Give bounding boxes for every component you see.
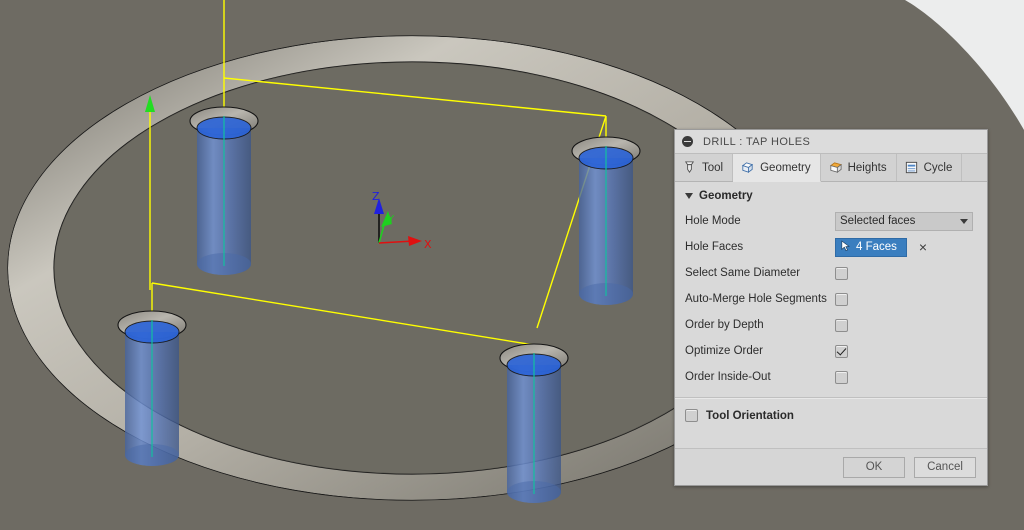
row-hole-faces: Hole Faces 4 Faces × [675, 234, 987, 260]
row-hole-mode: Hole Mode Selected faces [675, 208, 987, 234]
tab-label: Cycle [923, 161, 953, 174]
order-inside-out-checkbox[interactable] [835, 370, 848, 384]
tool-orientation-label: Tool Orientation [706, 409, 794, 422]
dialog-title: DRILL : TAP HOLES [703, 135, 811, 148]
collapse-icon[interactable] [682, 136, 693, 147]
tool-orientation-section[interactable]: Tool Orientation [675, 399, 987, 422]
row-auto-merge-hole-segments: Auto-Merge Hole Segments [675, 286, 987, 312]
hole-mode-value: Selected faces [840, 215, 916, 227]
select-same-diameter-checkbox[interactable] [835, 266, 848, 280]
tab-heights[interactable]: Heights [820, 154, 897, 181]
row-select-same-diameter: Select Same Diameter [675, 260, 987, 286]
drill-bit-icon [682, 160, 697, 175]
hole-mode-label: Hole Mode [685, 215, 741, 227]
tab-label: Tool [702, 161, 724, 174]
ok-button[interactable]: OK [843, 456, 905, 478]
dialog-footer: OK Cancel [675, 448, 987, 485]
checkbox-label: Optimize Order [685, 345, 763, 357]
row-optimize-order: Optimize Order [675, 338, 987, 364]
geometry-section-header[interactable]: Geometry [675, 182, 987, 208]
tab-label: Geometry [760, 161, 811, 174]
dialog-titlebar[interactable]: DRILL : TAP HOLES [675, 130, 987, 154]
tab-tool[interactable]: Tool [675, 154, 734, 181]
drill-hole [571, 136, 641, 305]
axis-label-y: Y [387, 214, 395, 225]
clear-selection-icon[interactable]: × [919, 240, 927, 254]
hole-faces-value: 4 Faces [856, 241, 897, 253]
tab-geometry[interactable]: Geometry [733, 154, 821, 182]
tool-orientation-checkbox[interactable] [685, 409, 698, 422]
heights-box-icon [828, 160, 843, 175]
dialog-tabs[interactable]: Tool Geometry Heights Cycle [675, 154, 987, 182]
checkbox-label: Order by Depth [685, 319, 764, 331]
checkbox-label: Select Same Diameter [685, 267, 801, 279]
chevron-down-icon [960, 218, 968, 224]
cursor-arrow-icon [841, 239, 851, 255]
auto-merge-hole-segments-checkbox[interactable] [835, 292, 848, 306]
drill-hole [117, 310, 187, 466]
row-order-inside-out: Order Inside-Out [675, 364, 987, 390]
tab-label: Heights [847, 161, 887, 174]
drill-operation-dialog[interactable]: DRILL : TAP HOLES Tool Geometry Heights … [674, 129, 988, 486]
row-order-by-depth: Order by Depth [675, 312, 987, 338]
cancel-button[interactable]: Cancel [914, 456, 976, 478]
checkbox-label: Auto-Merge Hole Segments [685, 293, 827, 305]
checkbox-label: Order Inside-Out [685, 371, 771, 383]
dialog-body: Geometry Hole Mode Selected faces Hole F… [675, 182, 987, 448]
box-3d-icon [740, 160, 755, 175]
hole-faces-select-button[interactable]: 4 Faces [835, 237, 907, 257]
background-corner [905, 0, 1024, 130]
axis-label-z: Z [372, 190, 380, 203]
optimize-order-checkbox[interactable] [835, 344, 848, 358]
hole-faces-label: Hole Faces [685, 241, 744, 253]
section-title: Geometry [699, 190, 753, 202]
app-window: Z Y X DRILL : TAP HOLES Tool Geometry He… [0, 0, 1024, 530]
drill-hole [189, 106, 259, 275]
chevron-down-icon[interactable] [685, 193, 693, 199]
hole-mode-dropdown[interactable]: Selected faces [835, 211, 973, 231]
order-by-depth-checkbox[interactable] [835, 318, 848, 332]
drill-hole [499, 343, 569, 503]
cycle-icon [904, 160, 919, 175]
tab-cycle[interactable]: Cycle [896, 154, 963, 181]
axis-label-x: X [424, 238, 432, 251]
